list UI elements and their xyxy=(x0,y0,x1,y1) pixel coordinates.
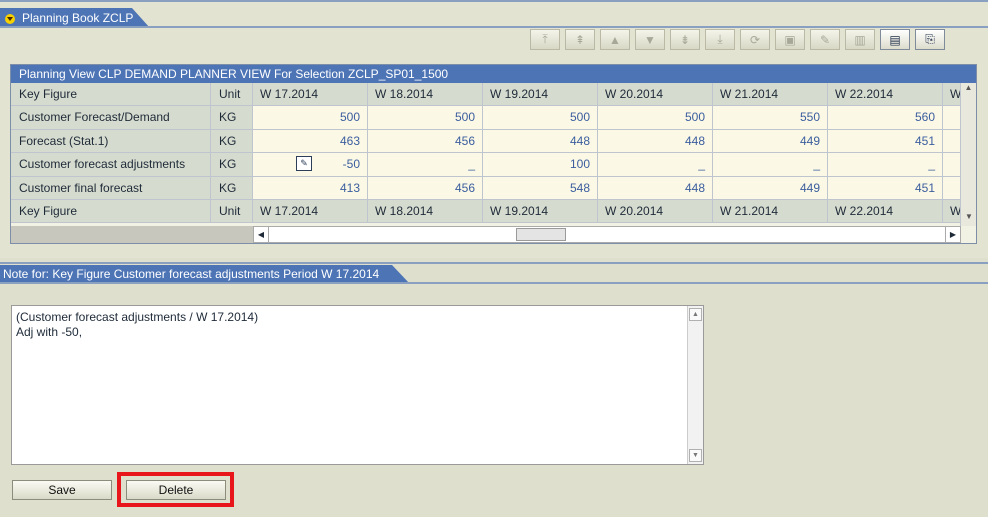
value-cell[interactable]: _ xyxy=(598,153,713,176)
key-figure-cell: Customer final forecast xyxy=(11,176,211,199)
value-cell: W 22.2014 xyxy=(828,83,943,106)
value-cell[interactable] xyxy=(943,153,961,176)
value-cell[interactable]: 451 xyxy=(828,129,943,153)
key-figure-cell: Customer forecast adjustments xyxy=(11,153,211,176)
key-figure-cell: Key Figure xyxy=(11,83,211,106)
row-up-icon[interactable]: ▲ xyxy=(600,29,630,50)
value-cell[interactable]: 463 xyxy=(253,129,368,153)
refresh-icon[interactable]: ⟳ xyxy=(740,29,770,50)
value-cell: W 18.2014 xyxy=(368,199,483,223)
table-row: Customer forecast adjustments KG -50 ✎ _ 100 _… xyxy=(11,153,961,177)
row-down-icon[interactable]: ▼ xyxy=(635,29,665,50)
page-up-icon[interactable]: ⇞ xyxy=(565,29,595,50)
value-cell[interactable]: _ xyxy=(368,153,483,176)
value-cell[interactable]: 548 xyxy=(483,176,598,199)
key-figure-cell: Key Figure xyxy=(11,199,211,223)
value-cell[interactable]: -50 ✎ xyxy=(253,153,368,176)
scroll-left-icon[interactable]: ◀ xyxy=(254,227,269,242)
value-cell[interactable]: 451 xyxy=(828,176,943,199)
grid-table: Key Figure Unit W 17.2014 W 18.2014 W 19.201… xyxy=(11,83,961,224)
grid-toolbar: ⤒ ⇞ ▲ ▼ ⇟ ⤓ ⟳ ▣ ✎ ▥ ▤ ⎘ xyxy=(530,29,945,51)
value-cell[interactable]: 456 xyxy=(368,176,483,199)
planning-book-title: Planning Book ZCLP xyxy=(22,11,134,25)
value-cell: W 18.2014 xyxy=(368,83,483,106)
value-cell[interactable]: _ xyxy=(713,153,828,176)
value-cell[interactable]: 550 xyxy=(713,106,828,129)
value-cell[interactable]: 500 xyxy=(368,106,483,129)
note-panel: Note for: Key Figure Customer forecast a… xyxy=(0,262,988,517)
value-cell: W 17.2014 xyxy=(253,199,368,223)
value-cell[interactable]: 456 xyxy=(368,129,483,153)
value-cell[interactable]: 413 xyxy=(253,176,368,199)
value-cell[interactable]: 448 xyxy=(483,129,598,153)
unit-cell: KG xyxy=(211,129,253,153)
note-icon[interactable]: ✎ xyxy=(296,156,312,172)
value-cell: W 21.2014 xyxy=(713,199,828,223)
collapse-icon[interactable] xyxy=(5,14,15,24)
page-down-icon[interactable]: ⇟ xyxy=(670,29,700,50)
export-icon[interactable]: ⎘ xyxy=(915,29,945,50)
save-layout-icon[interactable]: ▣ xyxy=(775,29,805,50)
scroll-thumb[interactable] xyxy=(516,228,566,241)
note-scrollbar[interactable]: ▲ ▼ xyxy=(687,306,703,464)
note-divider xyxy=(0,282,988,284)
unit-cell: KG xyxy=(211,153,253,176)
unit-cell: Unit xyxy=(211,83,253,106)
edit-icon[interactable]: ✎ xyxy=(810,29,840,50)
grid-footer-row: Key Figure Unit W 17.2014 W 18.2014 W 19.201… xyxy=(11,199,961,224)
note-scroll-down-icon[interactable]: ▼ xyxy=(689,449,702,462)
key-figure-cell: Forecast (Stat.1) xyxy=(11,129,211,153)
value-cell: W... xyxy=(943,83,961,106)
value-cell[interactable]: 500 xyxy=(253,106,368,129)
unit-cell: Unit xyxy=(211,199,253,223)
note-scroll-up-icon[interactable]: ▲ xyxy=(689,308,702,321)
scroll-right-icon[interactable]: ▶ xyxy=(945,227,960,242)
scrollbar-spacer xyxy=(11,226,253,243)
grid-horizontal-scrollbar[interactable]: ◀ ▶ xyxy=(253,226,961,243)
planning-grid: Planning View CLP DEMAND PLANNER VIEW Fo… xyxy=(10,64,977,244)
grid-title: Planning View CLP DEMAND PLANNER VIEW Fo… xyxy=(11,65,976,83)
table-row: Customer final forecast KG 413 456 548 448 449… xyxy=(11,176,961,200)
unit-cell: KG xyxy=(211,106,253,129)
last-row-icon[interactable]: ⤓ xyxy=(705,29,735,50)
value-cell: W 19.2014 xyxy=(483,83,598,106)
value-cell[interactable]: 500 xyxy=(483,106,598,129)
table-row: Customer Forecast/Demand KG 500 500 500 500 55… xyxy=(11,106,961,130)
first-row-icon[interactable]: ⤒ xyxy=(530,29,560,50)
table-row: Forecast (Stat.1) KG 463 456 448 448 449 451 xyxy=(11,129,961,154)
scroll-up-icon[interactable]: ▲ xyxy=(961,83,976,97)
value-cell: W... xyxy=(943,199,961,223)
value-cell[interactable]: 100 xyxy=(483,153,598,176)
scroll-down-icon[interactable]: ▼ xyxy=(961,212,977,226)
unit-cell: KG xyxy=(211,176,253,199)
value-cell[interactable] xyxy=(943,176,961,199)
value-cell[interactable]: 500 xyxy=(598,106,713,129)
grid-header-row: Key Figure Unit W 17.2014 W 18.2014 W 19.201… xyxy=(11,83,961,107)
value-cell[interactable]: 448 xyxy=(598,129,713,153)
value-cell[interactable] xyxy=(943,106,961,129)
notes-overview-icon[interactable]: ▤ xyxy=(880,29,910,50)
value-cell: W 17.2014 xyxy=(253,83,368,106)
value-cell: W 20.2014 xyxy=(598,199,713,223)
value-cell[interactable]: 449 xyxy=(713,129,828,153)
grid-vertical-scrollbar[interactable]: ▲ ▼ xyxy=(960,83,976,226)
value-cell: W 21.2014 xyxy=(713,83,828,106)
planning-book-panel: Planning Book ZCLP ⤒ ⇞ ▲ ▼ ⇟ ⤓ ⟳ ▣ ✎ ▥ ▤ ⎘ Planning… xyxy=(0,0,988,258)
value-cell[interactable] xyxy=(943,129,961,153)
key-figure-cell: Customer Forecast/Demand xyxy=(11,106,211,129)
value-cell[interactable]: _ xyxy=(828,153,943,176)
tab-divider xyxy=(0,26,988,28)
delete-button[interactable]: Delete xyxy=(126,480,226,500)
value-cell[interactable]: 449 xyxy=(713,176,828,199)
chart-icon[interactable]: ▥ xyxy=(845,29,875,50)
value-cell[interactable]: 560 xyxy=(828,106,943,129)
planning-book-tab[interactable]: Planning Book ZCLP xyxy=(0,8,150,28)
note-text[interactable]: (Customer forecast adjustments / W 17.20… xyxy=(12,306,703,344)
value-cell: W 22.2014 xyxy=(828,199,943,223)
value-cell: W 20.2014 xyxy=(598,83,713,106)
note-textarea[interactable]: (Customer forecast adjustments / W 17.20… xyxy=(11,305,704,465)
save-button[interactable]: Save xyxy=(12,480,112,500)
value-cell[interactable]: 448 xyxy=(598,176,713,199)
value-cell: W 19.2014 xyxy=(483,199,598,223)
